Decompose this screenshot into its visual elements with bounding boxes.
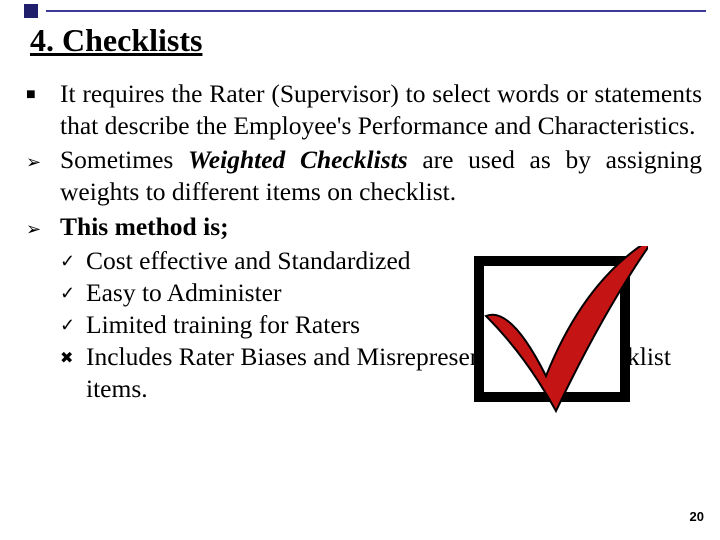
arrow-bullet-icon bbox=[26, 211, 60, 243]
bullet-text: Sometimes Weighted Checklists are used a… bbox=[60, 144, 702, 208]
page-number: 20 bbox=[690, 509, 704, 524]
accent-line bbox=[46, 10, 706, 12]
bullet-text: It requires the Rater (Supervisor) to se… bbox=[60, 78, 702, 142]
accent-square-icon bbox=[24, 4, 38, 18]
sub-text: Limited training for Raters bbox=[86, 309, 360, 341]
checkbox-image bbox=[456, 246, 648, 416]
weighted-checklists-term: Weighted Checklists bbox=[188, 145, 408, 174]
check-icon bbox=[60, 309, 86, 341]
top-accent-bar bbox=[0, 0, 720, 20]
check-icon bbox=[60, 245, 86, 277]
slide-title: 4. Checklists bbox=[30, 22, 202, 59]
sub-text: Cost effective and Standardized bbox=[86, 245, 411, 277]
text-span: Sometimes bbox=[60, 145, 188, 174]
arrow-bullet-icon bbox=[26, 144, 60, 208]
bullet-text: This method is; bbox=[60, 211, 702, 243]
cross-icon bbox=[60, 341, 86, 405]
bullet-item: Sometimes Weighted Checklists are used a… bbox=[26, 144, 702, 208]
sub-text: Easy to Administer bbox=[86, 277, 281, 309]
bullet-item: It requires the Rater (Supervisor) to se… bbox=[26, 78, 702, 142]
method-heading: This method is; bbox=[60, 212, 229, 241]
bullet-item: This method is; bbox=[26, 211, 702, 243]
slide: 4. Checklists It requires the Rater (Sup… bbox=[0, 0, 720, 540]
square-bullet-icon bbox=[26, 78, 60, 142]
red-checkmark-icon bbox=[456, 246, 648, 416]
check-icon bbox=[60, 277, 86, 309]
